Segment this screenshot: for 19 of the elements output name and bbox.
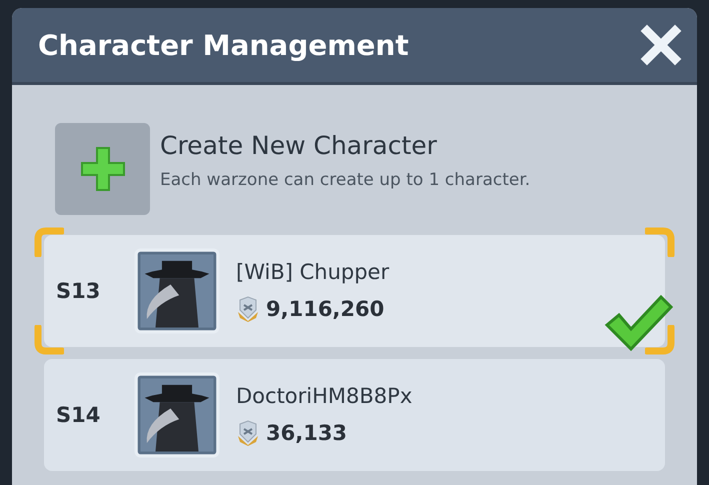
window-title: Character Management [38, 28, 409, 62]
character-name: DoctoriHM8B8Px [236, 384, 412, 408]
power-value: 36,133 [266, 421, 348, 445]
server-label: S13 [55, 279, 102, 303]
server-label: S14 [55, 403, 102, 427]
warzone-limit-note: Each warzone can create up to 1 character. [160, 170, 530, 190]
character-card[interactable]: S13 [WiB] Chupper 9,116,260 [44, 235, 665, 347]
checkmark-icon [603, 293, 673, 353]
medal-icon [236, 296, 260, 322]
close-button[interactable] [639, 23, 683, 67]
create-character-title: Create New Character [160, 131, 438, 160]
character-name: [WiB] Chupper [236, 260, 390, 284]
selection-corner-icon [645, 227, 675, 257]
power-value: 9,116,260 [266, 297, 384, 321]
character-card[interactable]: S14 DoctoriHM8B8Px 36,133 [44, 359, 665, 471]
selection-corner-icon [34, 325, 64, 355]
selection-corner-icon [34, 227, 64, 257]
medal-icon [236, 420, 260, 446]
selection-corner-icon [645, 325, 675, 355]
